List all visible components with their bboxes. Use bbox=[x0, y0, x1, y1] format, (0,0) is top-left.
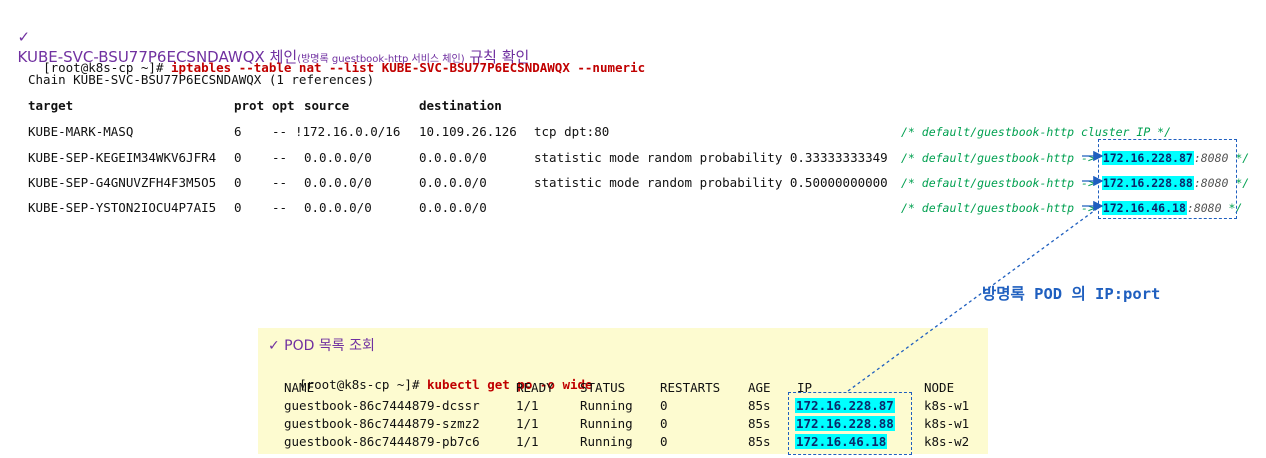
comment-prefix: /* default/guestbook-http -> bbox=[901, 176, 1102, 190]
row-prot: 0 bbox=[234, 200, 242, 215]
iptables-header-source: source bbox=[304, 98, 350, 113]
pod-ready: 1/1 bbox=[516, 398, 539, 413]
pod-node: k8s-w1 bbox=[924, 398, 970, 413]
pod-name: guestbook-86c7444879-pb7c6 bbox=[284, 434, 480, 449]
row-target: KUBE-SEP-G4GNUVZFH4F3M5O5 bbox=[28, 175, 217, 190]
row-comment: /* default/guestbook-http cluster IP */ bbox=[901, 125, 1172, 139]
row-source: !172.16.0.0/16 bbox=[295, 124, 401, 139]
pod-status: Running bbox=[580, 398, 633, 413]
row-opt: -- bbox=[272, 200, 288, 215]
pod-ready: 1/1 bbox=[516, 416, 539, 431]
pods-header-ready: READY bbox=[516, 380, 554, 395]
row-opt: -- bbox=[272, 150, 288, 165]
pod-age: 85s bbox=[748, 398, 771, 413]
pod-node: k8s-w2 bbox=[924, 434, 970, 449]
iptables-command-line: [root@k8s-cp ~]# iptables --table nat --… bbox=[28, 45, 645, 75]
pod-ip-highlight-box bbox=[788, 392, 912, 455]
row-extra: tcp dpt:80 bbox=[534, 124, 610, 139]
pods-header-name: NAME bbox=[284, 380, 315, 395]
pods-header-status: STATUS bbox=[580, 380, 626, 395]
pod-age: 85s bbox=[748, 416, 771, 431]
row-source: 0.0.0.0/0 bbox=[304, 150, 372, 165]
check-icon: ✓ bbox=[17, 28, 31, 46]
pod-status: Running bbox=[580, 434, 633, 449]
row-destination: 0.0.0.0/0 bbox=[419, 200, 487, 215]
pod-age: 85s bbox=[748, 434, 771, 449]
row-source: 0.0.0.0/0 bbox=[304, 200, 372, 215]
row-source: 0.0.0.0/0 bbox=[304, 175, 372, 190]
chain-line: Chain KUBE-SVC-BSU77P6ECSNDAWQX (1 refer… bbox=[28, 72, 375, 87]
row-prot: 0 bbox=[234, 175, 242, 190]
pod-node: k8s-w1 bbox=[924, 416, 970, 431]
row-extra: statistic mode random probability 0.3333… bbox=[534, 150, 888, 165]
iptables-header-prot: prot bbox=[234, 98, 265, 113]
row-target: KUBE-SEP-KEGEIM34WKV6JFR4 bbox=[28, 150, 217, 165]
pod-name: guestbook-86c7444879-dcssr bbox=[284, 398, 480, 413]
row-destination: 0.0.0.0/0 bbox=[419, 150, 487, 165]
row-target: KUBE-SEP-YSTON2IOCU4P7AI5 bbox=[28, 200, 217, 215]
pods-header-age: AGE bbox=[748, 380, 771, 395]
row-destination: 0.0.0.0/0 bbox=[419, 175, 487, 190]
iptables-header-target: target bbox=[28, 98, 74, 113]
pod-ready: 1/1 bbox=[516, 434, 539, 449]
row-destination: 10.109.26.126 bbox=[419, 124, 517, 139]
pod-name: guestbook-86c7444879-szmz2 bbox=[284, 416, 480, 431]
row-prot: 0 bbox=[234, 150, 242, 165]
comment-prefix: /* default/guestbook-http -> bbox=[901, 151, 1102, 165]
row-target: KUBE-MARK-MASQ bbox=[28, 124, 134, 139]
pod-restarts: 0 bbox=[660, 416, 668, 431]
row-opt: -- bbox=[272, 175, 288, 190]
pod-restarts: 0 bbox=[660, 434, 668, 449]
pod-list-title: ✓ POD 목록 조회 bbox=[268, 338, 375, 354]
pods-header-node: NODE bbox=[924, 380, 955, 395]
prompt: [root@k8s-cp ~]# bbox=[299, 377, 427, 392]
endpoint-highlight-box bbox=[1098, 139, 1237, 219]
pods-header-restarts: RESTARTS bbox=[660, 380, 721, 395]
annotation-label: 방명록 POD 의 IP:port bbox=[982, 285, 1161, 303]
iptables-header-destination: destination bbox=[419, 98, 502, 113]
comment-prefix: /* default/guestbook-http -> bbox=[901, 201, 1102, 215]
row-extra: statistic mode random probability 0.5000… bbox=[534, 175, 888, 190]
iptables-header-opt: opt bbox=[272, 98, 295, 113]
pod-status: Running bbox=[580, 416, 633, 431]
kubectl-command: kubectl get po -o wide bbox=[427, 377, 593, 392]
row-prot: 6 bbox=[234, 124, 242, 139]
pod-restarts: 0 bbox=[660, 398, 668, 413]
row-opt: -- bbox=[272, 124, 288, 139]
